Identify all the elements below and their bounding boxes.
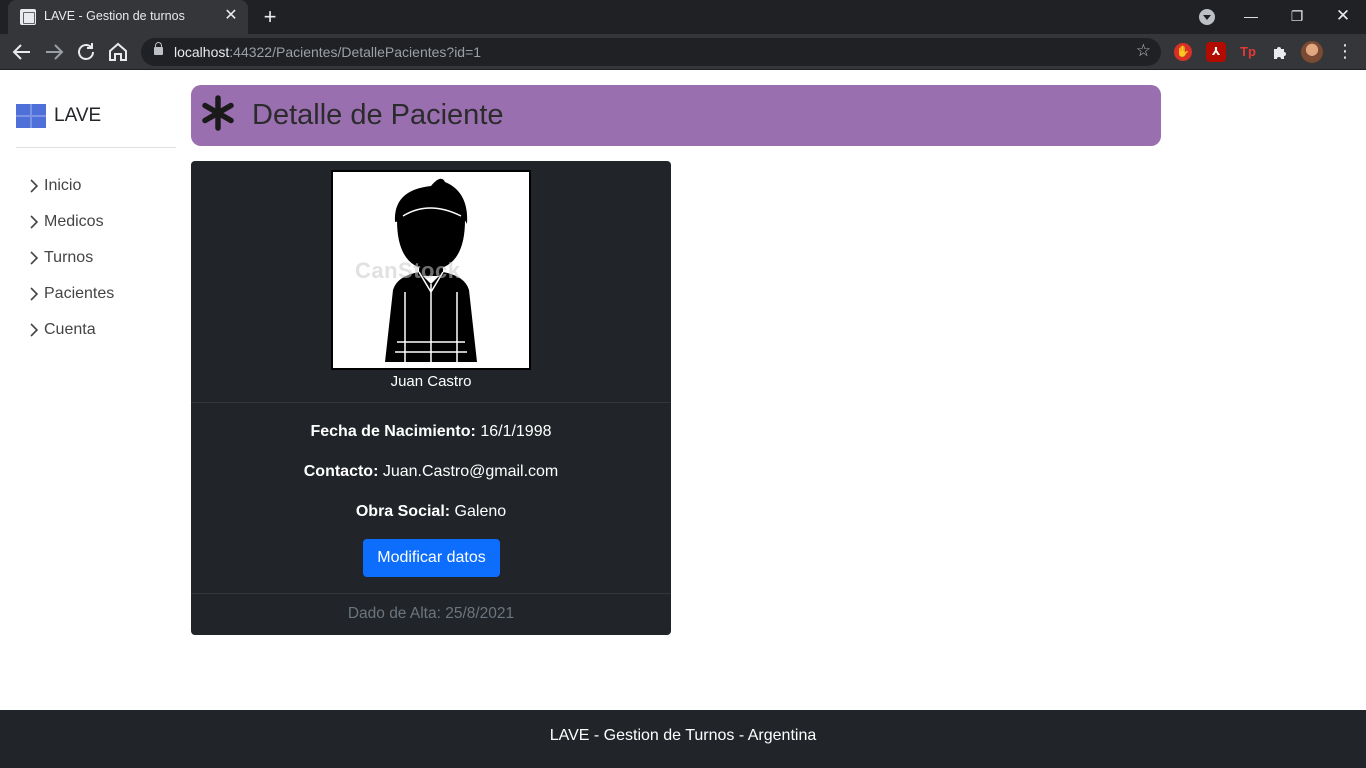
page-title: Detalle de Paciente: [252, 99, 504, 131]
minimize-icon[interactable]: —: [1228, 0, 1274, 34]
insurance-label: Obra Social:: [355, 503, 451, 520]
browser-tabstrip: LAVE - Gestion de turnos ✕ + — ❐ ✕: [0, 0, 1366, 34]
sidebar-item-label: Cuenta: [44, 321, 96, 338]
page-header: Detalle de Paciente: [191, 85, 1161, 146]
new-tab-icon[interactable]: +: [258, 5, 282, 29]
back-arrow-icon[interactable]: [10, 40, 34, 64]
stock-watermark: CanStock: [355, 258, 461, 283]
tp-extension-icon[interactable]: Tp: [1238, 42, 1258, 62]
insurance-value: Galeno: [454, 503, 507, 520]
brand-logo-icon: [16, 104, 46, 128]
browser-menu-icon[interactable]: ⋮: [1336, 39, 1354, 63]
brand[interactable]: LAVE: [16, 104, 101, 128]
pdf-extension-icon[interactable]: ⅄: [1206, 42, 1226, 62]
birth-date-row: Fecha de Nacimiento: 16/1/1998: [191, 423, 671, 441]
sidebar-item-label: Inicio: [44, 177, 82, 194]
url-text: localhost:44322/Pacientes/DetallePacient…: [174, 44, 482, 60]
lock-icon[interactable]: [154, 42, 163, 55]
tab-search-icon[interactable]: [1199, 9, 1215, 25]
close-window-icon[interactable]: ✕: [1320, 0, 1366, 34]
chevron-right-icon: [30, 215, 39, 229]
insurance-row: Obra Social: Galeno: [191, 503, 671, 521]
sidebar-item-label: Medicos: [44, 213, 104, 230]
brand-name: LAVE: [54, 105, 102, 126]
patient-card: CanStock Juan Castro Fecha de Nacimiento…: [191, 161, 671, 635]
card-divider: [191, 402, 671, 403]
page-favicon-icon: [20, 9, 36, 25]
sidebar-item-turnos[interactable]: Turnos: [28, 240, 114, 276]
bookmark-star-icon[interactable]: ☆: [1136, 41, 1151, 61]
extensions-puzzle-icon[interactable]: [1270, 42, 1290, 62]
home-icon[interactable]: [106, 40, 130, 64]
registration-date: Dado de Alta: 25/8/2021: [347, 605, 515, 622]
address-bar[interactable]: localhost:44322/Pacientes/DetallePacient…: [141, 38, 1161, 66]
restore-icon[interactable]: ❐: [1274, 0, 1320, 34]
sidebar-item-cuenta[interactable]: Cuenta: [28, 312, 114, 348]
chevron-right-icon: [30, 323, 39, 337]
sidebar-item-pacientes[interactable]: Pacientes: [28, 276, 114, 312]
patient-name: Juan Castro: [390, 373, 472, 390]
chevron-right-icon: [30, 179, 39, 193]
contact-value: Juan.Castro@gmail.com: [382, 463, 559, 480]
chevron-right-icon: [30, 251, 39, 265]
card-footer-divider: [191, 593, 671, 594]
browser-toolbar: localhost:44322/Pacientes/DetallePacient…: [0, 34, 1366, 70]
close-tab-icon[interactable]: ✕: [222, 7, 240, 25]
sidebar-item-label: Pacientes: [44, 285, 115, 302]
asterisk-icon: [202, 95, 234, 131]
chevron-right-icon: [30, 287, 39, 301]
birth-date-value: 16/1/1998: [480, 423, 552, 440]
sidebar-item-medicos[interactable]: Medicos: [28, 204, 114, 240]
forward-arrow-icon[interactable]: [42, 40, 66, 64]
reload-icon[interactable]: [74, 40, 98, 64]
contact-label: Contacto:: [303, 463, 379, 480]
sidebar-item-inicio[interactable]: Inicio: [28, 168, 114, 204]
edit-patient-button[interactable]: Modificar datos: [363, 539, 500, 577]
contact-row: Contacto: Juan.Castro@gmail.com: [191, 463, 671, 481]
sidebar-nav: Inicio Medicos Turnos Pacientes Cuenta: [28, 168, 114, 348]
sidebar-item-label: Turnos: [44, 249, 94, 266]
page-footer: LAVE - Gestion de Turnos - Argentina: [0, 710, 1366, 768]
sidebar-divider: [16, 147, 176, 148]
footer-text: LAVE - Gestion de Turnos - Argentina: [549, 727, 817, 744]
adblock-extension-icon[interactable]: ✋: [1174, 43, 1192, 61]
tab-title: LAVE - Gestion de turnos: [44, 9, 185, 23]
profile-avatar[interactable]: [1301, 41, 1323, 63]
patient-avatar: CanStock: [331, 170, 531, 370]
birth-date-label: Fecha de Nacimiento:: [310, 423, 476, 440]
browser-tab[interactable]: LAVE - Gestion de turnos ✕: [8, 0, 248, 34]
